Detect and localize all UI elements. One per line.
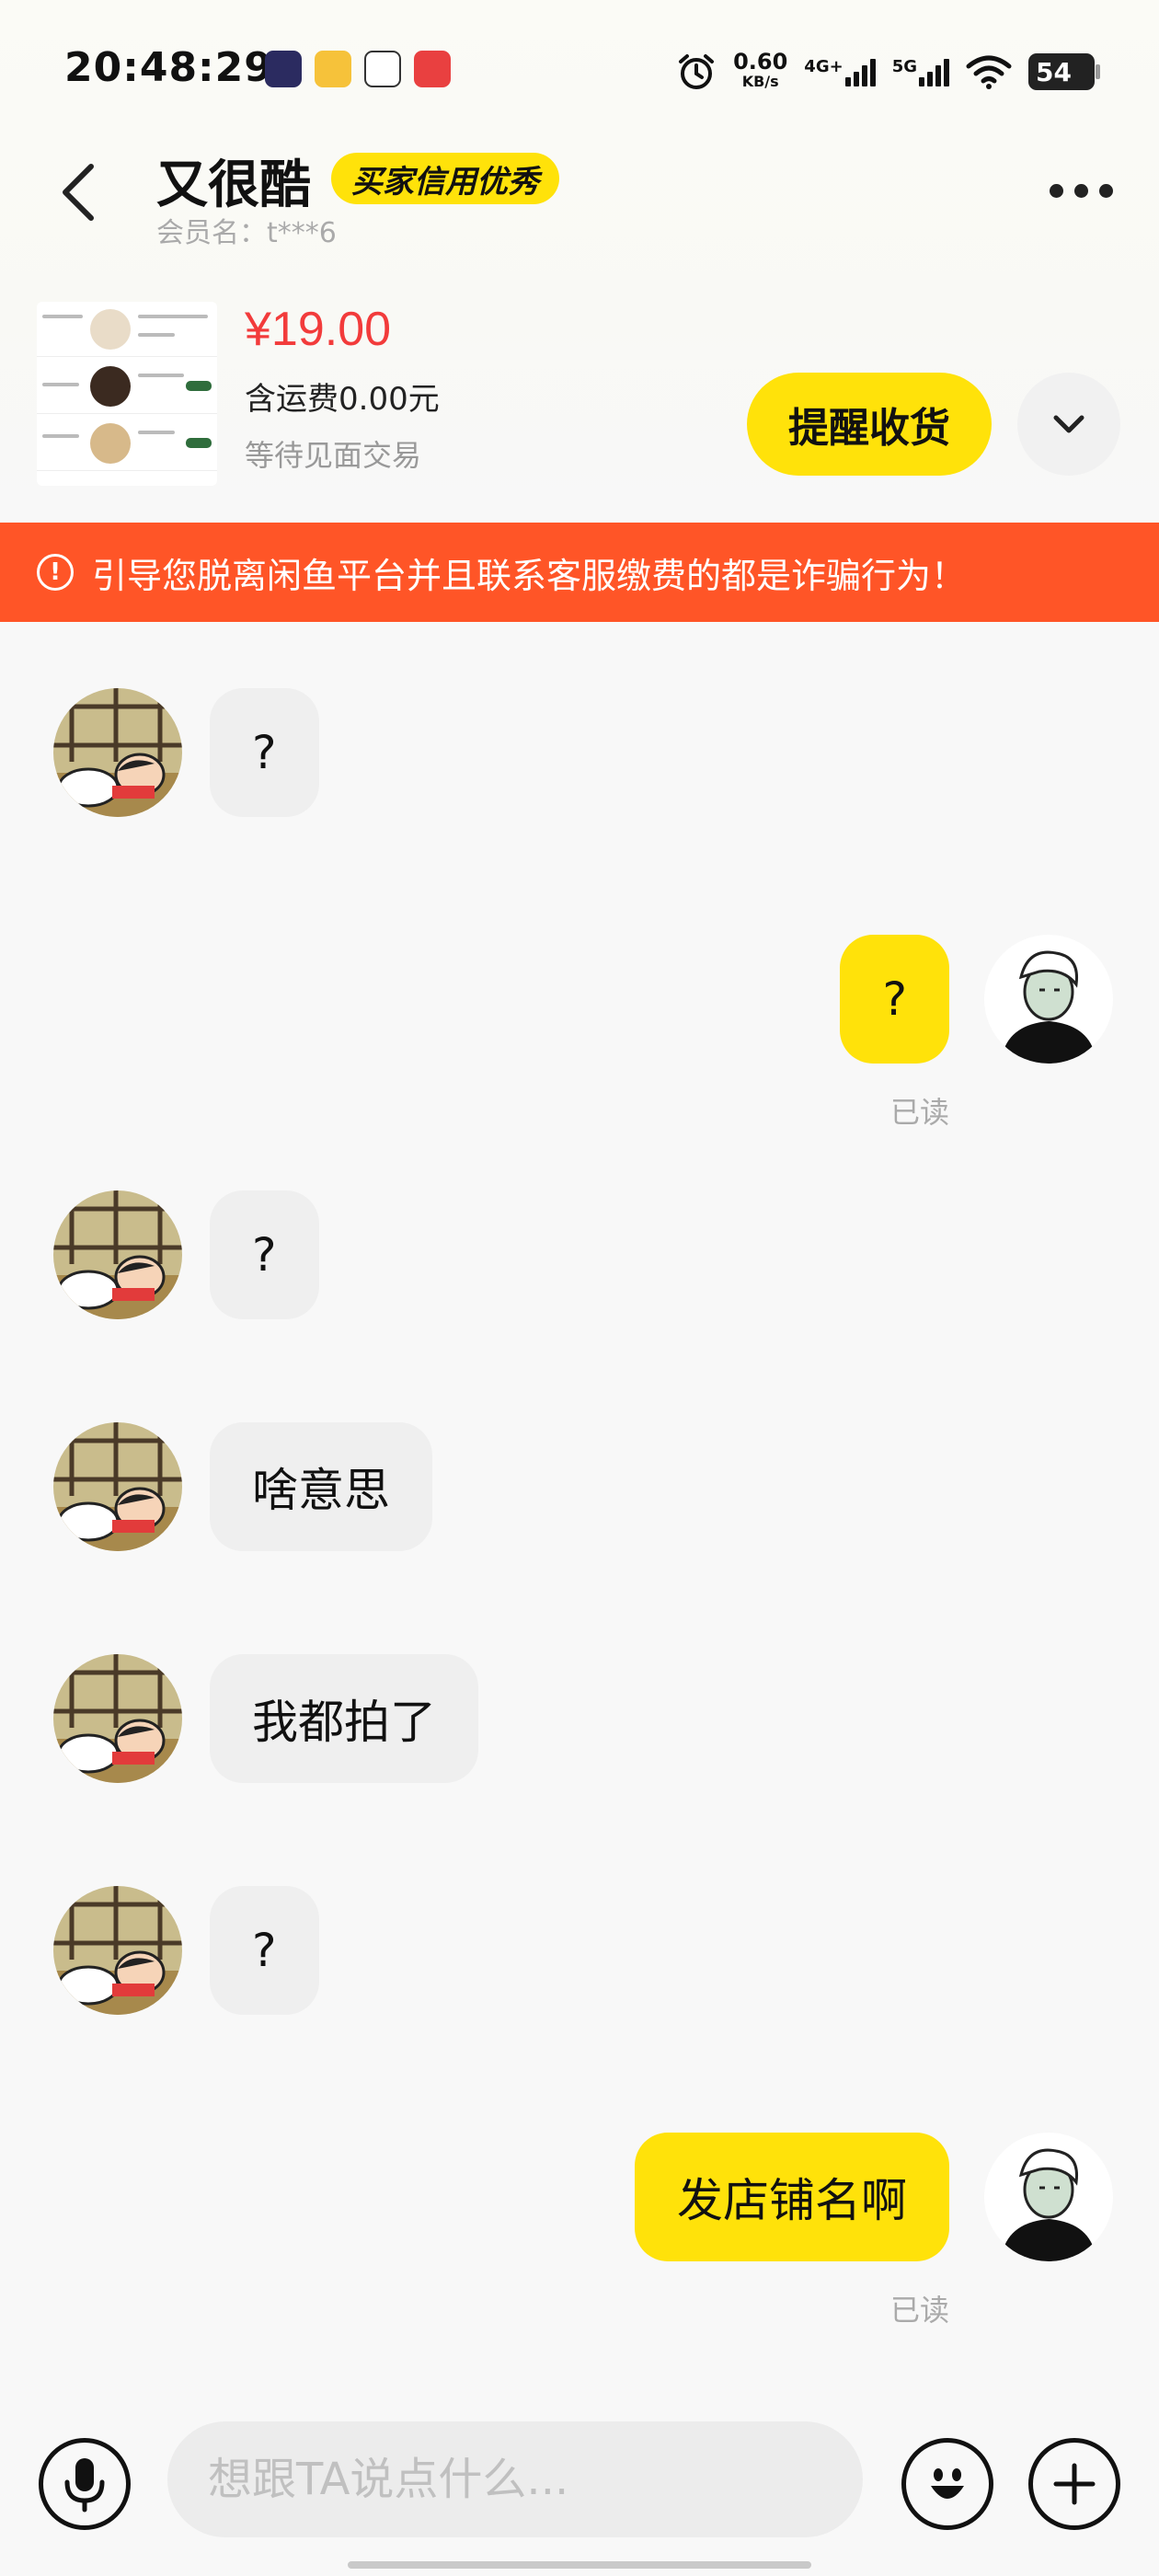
emoji-button[interactable] <box>901 2438 993 2530</box>
microphone-icon <box>64 2458 105 2513</box>
message-bubble[interactable]: ? <box>840 935 949 1064</box>
contact-avatar[interactable] <box>53 1886 182 2015</box>
contact-avatar-image <box>53 688 182 817</box>
shipping-fee: 含运费0.00元 <box>245 381 440 418</box>
my-avatar[interactable] <box>984 935 1113 1064</box>
app-icon-1 <box>265 51 302 87</box>
more-dot-icon <box>1050 184 1063 198</box>
input-bar <box>0 2401 1159 2558</box>
network-5g-label: 5G <box>891 57 917 76</box>
contact-avatar-image <box>53 1190 182 1319</box>
contact-avatar[interactable] <box>53 1190 182 1319</box>
home-indicator[interactable] <box>348 2561 811 2569</box>
read-receipt: 已读 <box>889 2293 949 2328</box>
more-options-button[interactable] <box>1050 184 1113 198</box>
message-bubble[interactable]: 发店铺名啊 <box>635 2133 949 2261</box>
voice-button[interactable] <box>39 2438 131 2530</box>
product-price: ¥19.00 <box>245 303 392 356</box>
contact-name: 又很酷 <box>156 155 311 215</box>
fraud-warning-banner: ! 引导您脱离闲鱼平台并且联系客服缴费的都是诈骗行为！ <box>0 523 1159 622</box>
read-receipt: 已读 <box>889 1095 949 1130</box>
my-avatar[interactable] <box>984 2133 1113 2261</box>
network-4g-label: 4G+ <box>804 57 843 76</box>
app-icon-4 <box>414 51 451 87</box>
signal-bars-icon <box>844 57 876 86</box>
contact-avatar-image <box>53 1654 182 1783</box>
contact-avatar-image <box>53 1886 182 2015</box>
chevron-down-icon <box>1053 415 1084 433</box>
more-features-button[interactable] <box>1028 2438 1120 2530</box>
message-bubble[interactable]: ? <box>210 688 319 817</box>
more-dot-icon <box>1099 184 1113 198</box>
back-button[interactable] <box>51 160 106 224</box>
order-status: 等待见面交易 <box>245 438 422 473</box>
more-dot-icon <box>1074 184 1088 198</box>
wifi-icon <box>966 55 1012 89</box>
net-speed: 0.60 KB/s <box>733 49 788 92</box>
product-thumbnail[interactable] <box>37 302 217 486</box>
product-card[interactable]: ¥19.00 含运费0.00元 等待见面交易 提醒收货 <box>0 294 1159 497</box>
expand-button[interactable] <box>1017 373 1120 476</box>
status-time: 20:48:29 <box>64 44 273 91</box>
remind-receipt-button[interactable]: 提醒收货 <box>747 373 992 476</box>
member-name: 会员名：t***6 <box>156 217 337 249</box>
net-speed-unit: KB/s <box>741 73 779 90</box>
warning-icon: ! <box>37 554 74 591</box>
contact-avatar[interactable] <box>53 1654 182 1783</box>
weibo-icon <box>315 51 351 87</box>
my-avatar-image <box>984 935 1113 1064</box>
network-5g: 5G <box>892 57 949 86</box>
chat-header: 又很酷 买家信用优秀 会员名：t***6 <box>0 138 1159 258</box>
message-bubble[interactable]: ? <box>210 1886 319 2015</box>
back-arrow-icon <box>63 164 94 221</box>
message-input[interactable] <box>167 2421 863 2537</box>
message-list[interactable]: ? ? 已读 ? 啥意思 我都拍了 ? 发店铺名啊 已读 <box>0 622 1159 2398</box>
network-4g: 4G+ <box>804 57 876 86</box>
message-bubble[interactable]: 啥意思 <box>210 1422 432 1551</box>
credit-badge: 买家信用优秀 <box>331 153 559 204</box>
warning-text: 引导您脱离闲鱼平台并且联系客服缴费的都是诈骗行为！ <box>92 555 967 596</box>
alarm-icon <box>679 54 715 89</box>
status-bar: 20:48:29 0.60 KB/s 4G+ 5G 54 <box>0 0 1159 138</box>
status-right: 0.60 KB/s 4G+ 5G 54 <box>676 46 1100 98</box>
message-bubble[interactable]: 我都拍了 <box>210 1654 478 1783</box>
contact-avatar-image <box>53 1422 182 1551</box>
message-bubble[interactable]: ? <box>210 1190 319 1319</box>
clock-app-icon <box>364 51 401 87</box>
contact-avatar[interactable] <box>53 1422 182 1551</box>
battery-icon: 54 <box>1028 53 1100 90</box>
my-avatar-image <box>984 2133 1113 2261</box>
emoji-icon <box>931 2468 964 2499</box>
signal-bars-icon <box>919 57 949 86</box>
contact-avatar[interactable] <box>53 688 182 817</box>
plus-icon <box>1053 2463 1096 2505</box>
net-speed-value: 0.60 <box>733 49 788 75</box>
